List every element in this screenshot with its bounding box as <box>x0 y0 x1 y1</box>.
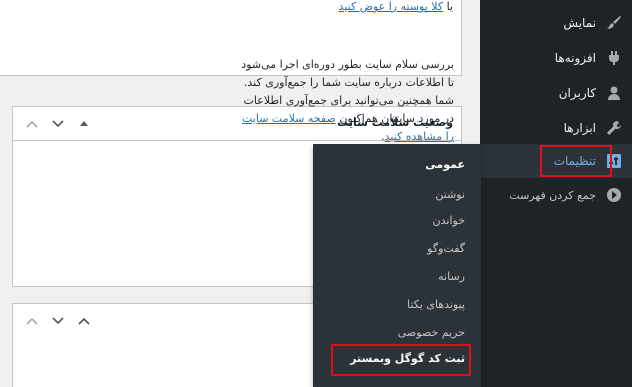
wrench-icon <box>596 120 632 136</box>
widget-text-line: بررسی سلام سایت بطور دوره‌ای اجرا می‌شود <box>241 58 454 71</box>
submenu-item-general[interactable]: عمومی <box>425 158 465 171</box>
widget-text-part: در مورد سایتتان هم‌اکنون <box>339 112 454 125</box>
settings-highlight-box <box>540 145 612 177</box>
widget-text-line: در مورد سایتتان هم‌اکنون صفحه سلامت سایت <box>196 110 454 128</box>
widget-text-line: شما همچنین می‌توانید برای جمع‌آوری اطلاع… <box>243 94 454 107</box>
move-down-icon[interactable] <box>47 310 69 332</box>
sidebar-item-plugins[interactable]: افزونه‌ها <box>480 41 632 75</box>
move-down-icon[interactable] <box>47 113 69 135</box>
sidebar-item-label: ابزارها <box>563 121 596 135</box>
toggle-panel-icon[interactable] <box>73 113 95 135</box>
widget-handles <box>21 113 95 135</box>
site-health-link[interactable]: صفحه سلامت سایت <box>242 112 336 125</box>
collapse-menu-button[interactable]: جمع کردن فهرست <box>480 178 632 212</box>
site-health-link-cont[interactable]: را مشاهده کنید <box>385 130 454 143</box>
widget-body: بررسی سلام سایت بطور دوره‌ای اجرا می‌شود… <box>196 56 454 146</box>
sidebar-item-users[interactable]: کاربران <box>480 76 632 110</box>
collapse-icon <box>596 187 632 203</box>
theme-change-prefix: یا <box>446 0 453 13</box>
widget-text-line: تا اطلاعات درباره سایت شما را جمع‌آوری ک… <box>243 76 454 89</box>
submenu-item-privacy[interactable]: حریم خصوصی <box>398 326 465 339</box>
brush-icon <box>596 15 632 31</box>
sidebar-item-label: کاربران <box>558 86 596 100</box>
theme-change-line: یا کلا پوسته را عوض کنید <box>339 0 453 13</box>
submenu-item-writing[interactable]: نوشتن <box>435 188 465 201</box>
sidebar-item-appearance[interactable]: نمایش <box>480 6 632 40</box>
sidebar-item-label: جمع کردن فهرست <box>509 188 596 202</box>
plugin-icon <box>596 50 632 66</box>
webmaster-highlight-box <box>331 344 471 376</box>
move-up-icon[interactable] <box>21 310 43 332</box>
sidebar-item-label: افزونه‌ها <box>554 51 596 65</box>
submenu-item-reading[interactable]: خواندن <box>433 214 465 227</box>
submenu-item-permalinks[interactable]: پیوندهای یکتا <box>407 298 465 311</box>
user-icon <box>596 85 632 101</box>
settings-submenu: عمومی نوشتن خواندن گفت‌وگو رسانه پیوندها… <box>313 144 481 387</box>
submenu-item-media[interactable]: رسانه <box>438 270 465 283</box>
change-theme-link[interactable]: کلا پوسته را عوض کنید <box>339 0 444 13</box>
toggle-panel-icon[interactable] <box>73 310 95 332</box>
submenu-item-discussion[interactable]: گفت‌وگو <box>427 242 465 255</box>
widget-handles <box>21 310 95 332</box>
move-up-icon[interactable] <box>21 113 43 135</box>
sidebar-item-label: نمایش <box>563 16 596 30</box>
sidebar-item-tools[interactable]: ابزارها <box>480 111 632 145</box>
admin-sidebar: نمایش افزونه‌ها کاربران ابزارها تنظیمات … <box>480 0 632 387</box>
